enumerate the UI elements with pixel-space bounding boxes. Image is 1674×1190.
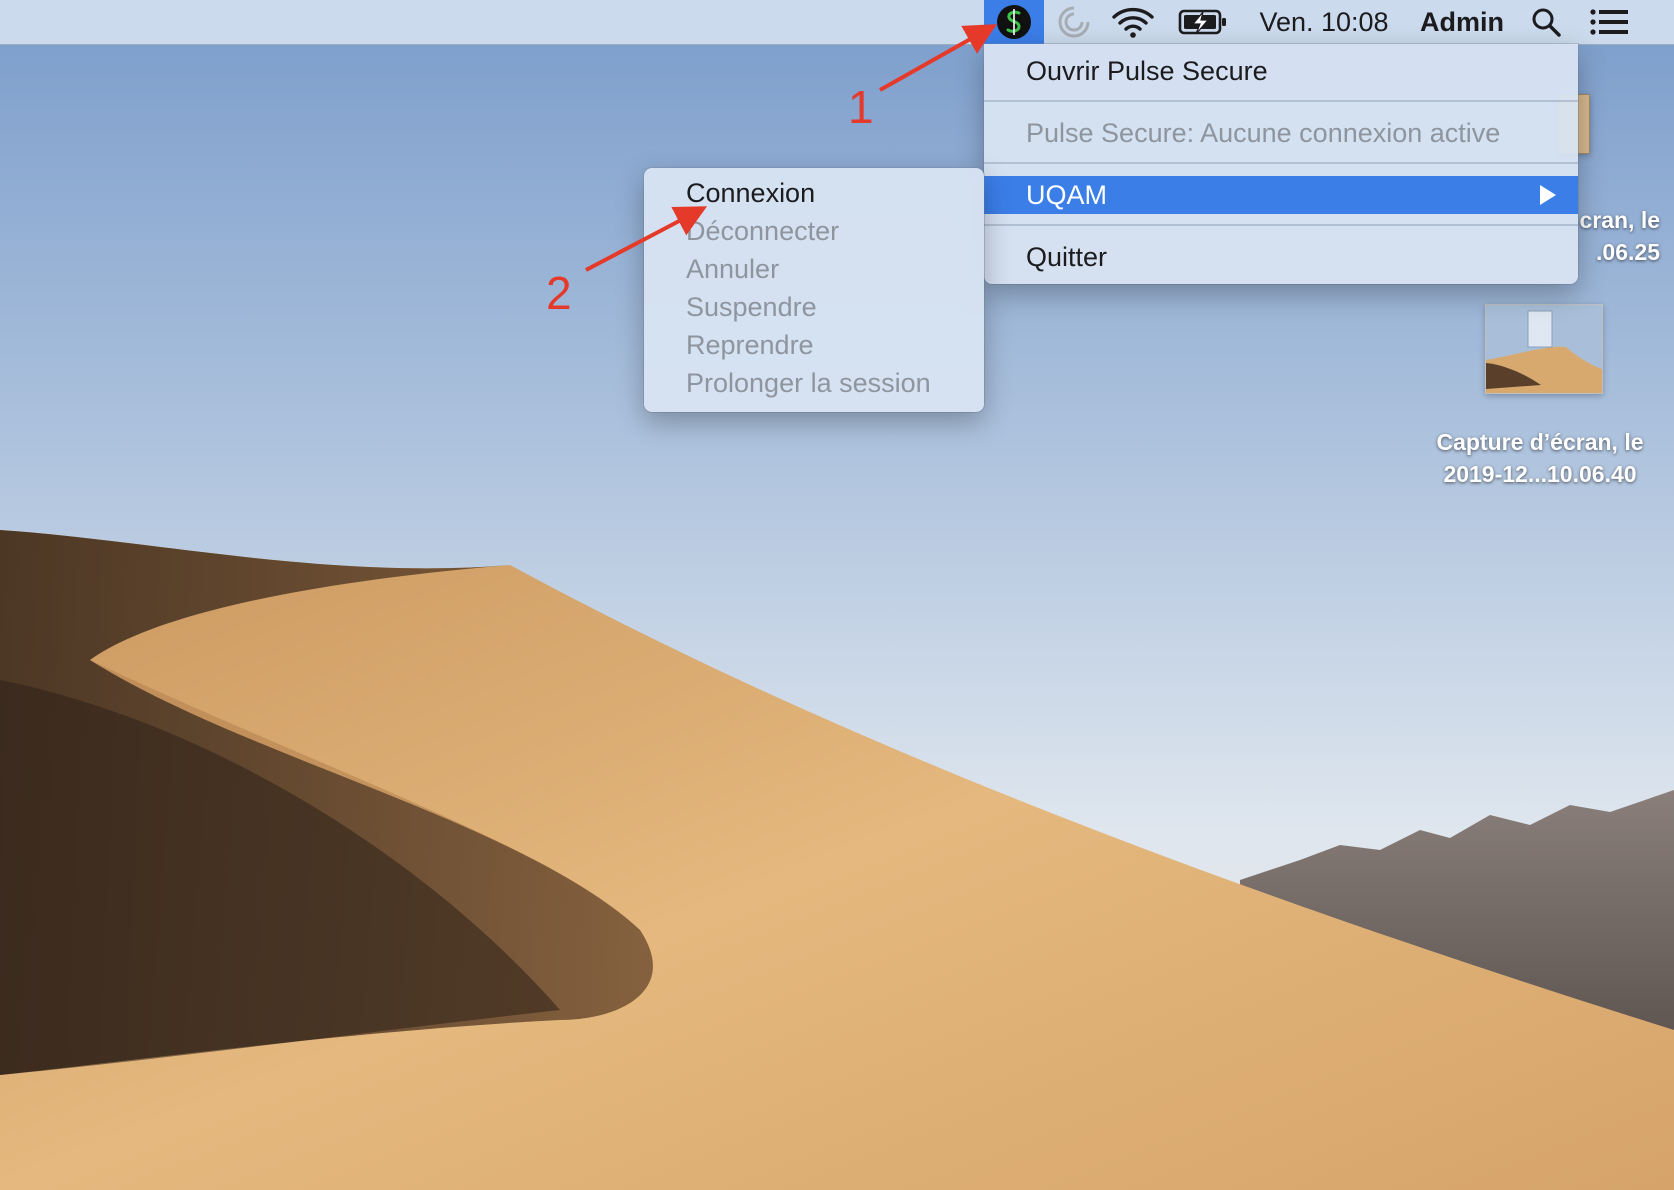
- submenu-item-resume: Reprendre: [644, 326, 984, 364]
- menu-item-label: Suspendre: [686, 291, 817, 322]
- menu-item-label: UQAM: [1026, 179, 1107, 210]
- submenu-arrow-icon: [1540, 185, 1556, 205]
- menu-item-label: Ouvrir Pulse Secure: [1026, 55, 1268, 86]
- battery-status[interactable]: [1176, 0, 1230, 44]
- menu-item-label: Pulse Secure: Aucune connexion active: [1026, 117, 1501, 148]
- submenu-item-suspend: Suspendre: [644, 288, 984, 326]
- spotlight-button[interactable]: [1528, 0, 1564, 44]
- menu-item-quit[interactable]: Quitter: [984, 238, 1578, 276]
- submenu-item-disconnect: Déconnecter: [644, 212, 984, 250]
- thumbnail-image: [1486, 305, 1602, 393]
- pulse-secure-s-icon: [997, 5, 1031, 39]
- submenu-item-connect[interactable]: Connexion: [644, 174, 984, 212]
- desktop-file-screenshot-2[interactable]: Capture d’écran, le 2019-12...10.06.40: [1420, 302, 1674, 492]
- annotation-step-1: 1: [848, 81, 874, 133]
- menu-item-label: Prolonger la session: [686, 367, 931, 398]
- menu-item-label: Quitter: [1026, 241, 1108, 272]
- menu-separator: [984, 100, 1578, 102]
- do-not-disturb-status[interactable]: [1052, 0, 1096, 44]
- do-not-disturb-icon: [1058, 6, 1090, 38]
- menu-item-uqam-connection[interactable]: UQAM: [984, 176, 1578, 214]
- pulse-secure-menu-extra[interactable]: [984, 0, 1044, 44]
- menu-item-connection-status: Pulse Secure: Aucune connexion active: [984, 114, 1578, 152]
- menu-separator: [984, 162, 1578, 164]
- file-label: Capture d’écran, le 2019-12...10.06.40: [1436, 429, 1644, 487]
- notification-center-button[interactable]: [1588, 0, 1630, 44]
- menu-bar: Ven. 10:08 Admin: [0, 0, 1674, 45]
- menubar-user[interactable]: Admin: [1410, 0, 1514, 44]
- menu-item-label: Déconnecter: [686, 215, 840, 246]
- submenu-item-cancel: Annuler: [644, 250, 984, 288]
- menubar-clock[interactable]: Ven. 10:08: [1248, 0, 1400, 44]
- menu-item-open-pulse-secure[interactable]: Ouvrir Pulse Secure: [984, 52, 1578, 90]
- menu-item-label: Annuler: [686, 253, 780, 284]
- menu-item-label: Reprendre: [686, 329, 814, 360]
- menu-item-label: Connexion: [686, 177, 816, 208]
- uqam-connection-submenu: Connexion Déconnecter Annuler Suspendre …: [644, 168, 984, 412]
- wifi-icon: [1112, 7, 1154, 38]
- file-thumbnail: [1485, 304, 1603, 394]
- pulse-secure-dropdown-menu: Ouvrir Pulse Secure Pulse Secure: Aucune…: [984, 44, 1578, 284]
- spotlight-search-icon: [1532, 8, 1561, 37]
- notification-center-icon: [1590, 9, 1628, 35]
- battery-charging-icon: [1178, 9, 1226, 35]
- annotation-step-2: 2: [546, 267, 572, 319]
- menu-separator: [984, 224, 1578, 226]
- wifi-status[interactable]: [1108, 0, 1158, 44]
- submenu-item-extend-session: Prolonger la session: [644, 364, 984, 402]
